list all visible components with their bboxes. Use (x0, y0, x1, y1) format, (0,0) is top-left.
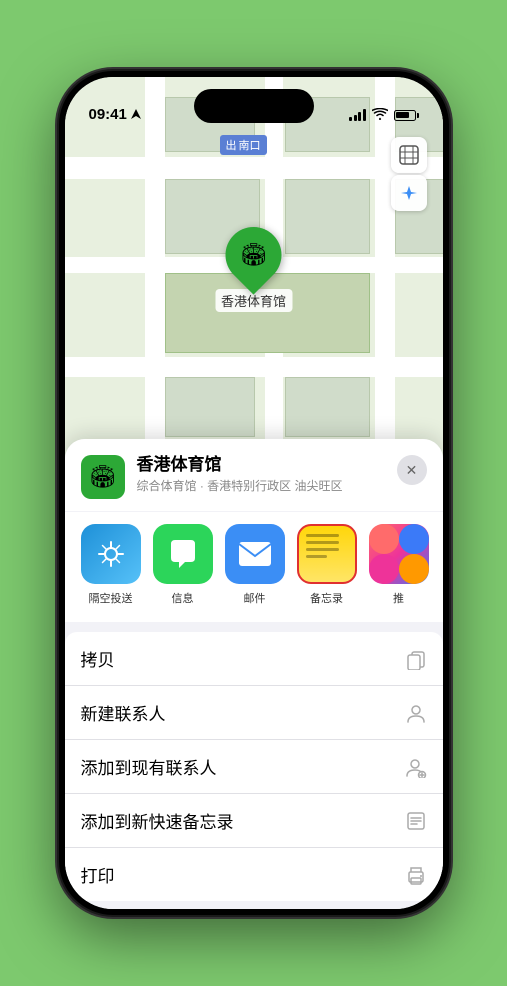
mail-label: 邮件 (244, 590, 266, 606)
place-header: 🏟 香港体育馆 综合体育馆 · 香港特别行政区 油尖旺区 ✕ (65, 439, 443, 511)
time-display: 09:41 (89, 106, 127, 123)
stadium-marker: 🏟 香港体育馆 (215, 227, 292, 312)
action-add-quick-note-label: 添加到新快速备忘录 (81, 808, 234, 833)
share-item-messages[interactable]: 信息 (153, 524, 213, 606)
action-new-contact-label: 新建联系人 (81, 700, 166, 725)
place-name: 香港体育馆 (137, 455, 385, 475)
messages-icon-wrap (153, 524, 213, 584)
messages-label: 信息 (172, 590, 194, 606)
mail-icon (237, 540, 273, 568)
share-row: 隔空投送 信息 (65, 512, 443, 622)
more-icon (369, 524, 429, 584)
place-info: 香港体育馆 综合体育馆 · 香港特别行政区 油尖旺区 (137, 455, 385, 494)
phone-screen: 09:41 (65, 77, 443, 909)
add-existing-contact-icon (405, 756, 427, 778)
status-icons (349, 107, 419, 123)
messages-icon (165, 536, 201, 572)
exit-name: 南口 (239, 137, 261, 153)
place-icon: 🏟 (81, 455, 125, 499)
map-exit-label: 出 南口 (220, 135, 267, 155)
share-item-airdrop[interactable]: 隔空投送 (81, 524, 141, 606)
action-add-existing-label: 添加到现有联系人 (81, 754, 217, 779)
signal-icon (349, 109, 366, 121)
airdrop-label: 隔空投送 (89, 590, 133, 606)
action-copy[interactable]: 拷贝 (65, 632, 443, 686)
location-arrow-icon (131, 109, 141, 121)
location-button[interactable] (391, 175, 427, 211)
phone-frame: 09:41 (59, 71, 449, 915)
copy-icon (405, 648, 427, 670)
stadium-icon: 🏟 (240, 242, 268, 268)
share-item-notes[interactable]: 备忘录 (297, 524, 357, 606)
mail-icon-wrap (225, 524, 285, 584)
share-item-more[interactable]: 推 (369, 524, 429, 606)
airdrop-icon (95, 538, 127, 570)
close-button[interactable]: ✕ (397, 455, 427, 485)
quick-note-icon (405, 810, 427, 832)
airdrop-icon-wrap (81, 524, 141, 584)
bottom-sheet: 🏟 香港体育馆 综合体育馆 · 香港特别行政区 油尖旺区 ✕ (65, 439, 443, 909)
action-add-existing-contact[interactable]: 添加到现有联系人 (65, 740, 443, 794)
dynamic-island (194, 89, 314, 123)
notes-label: 备忘录 (310, 590, 343, 606)
action-copy-label: 拷贝 (81, 646, 115, 671)
exit-prefix: 出 (226, 137, 237, 153)
action-print[interactable]: 打印 (65, 848, 443, 901)
action-list: 拷贝 新建联系人 添加到现有联系人 (65, 632, 443, 901)
place-description: 综合体育馆 · 香港特别行政区 油尖旺区 (137, 477, 385, 494)
action-add-quick-note[interactable]: 添加到新快速备忘录 (65, 794, 443, 848)
more-icon-wrap (369, 524, 429, 584)
map-type-button[interactable] (391, 137, 427, 173)
battery-icon (394, 110, 419, 121)
map-controls (391, 137, 427, 211)
map-area[interactable]: 出 南口 🏟 香港体育馆 (65, 77, 443, 497)
stadium-pin: 🏟 (214, 215, 293, 294)
status-time: 09:41 (89, 106, 141, 123)
print-icon (405, 864, 427, 886)
action-print-label: 打印 (81, 862, 115, 887)
action-new-contact[interactable]: 新建联系人 (65, 686, 443, 740)
new-contact-icon (405, 702, 427, 724)
share-item-mail[interactable]: 邮件 (225, 524, 285, 606)
notes-icon-wrap (297, 524, 357, 584)
wifi-icon (372, 107, 388, 123)
more-label: 推 (393, 590, 404, 606)
